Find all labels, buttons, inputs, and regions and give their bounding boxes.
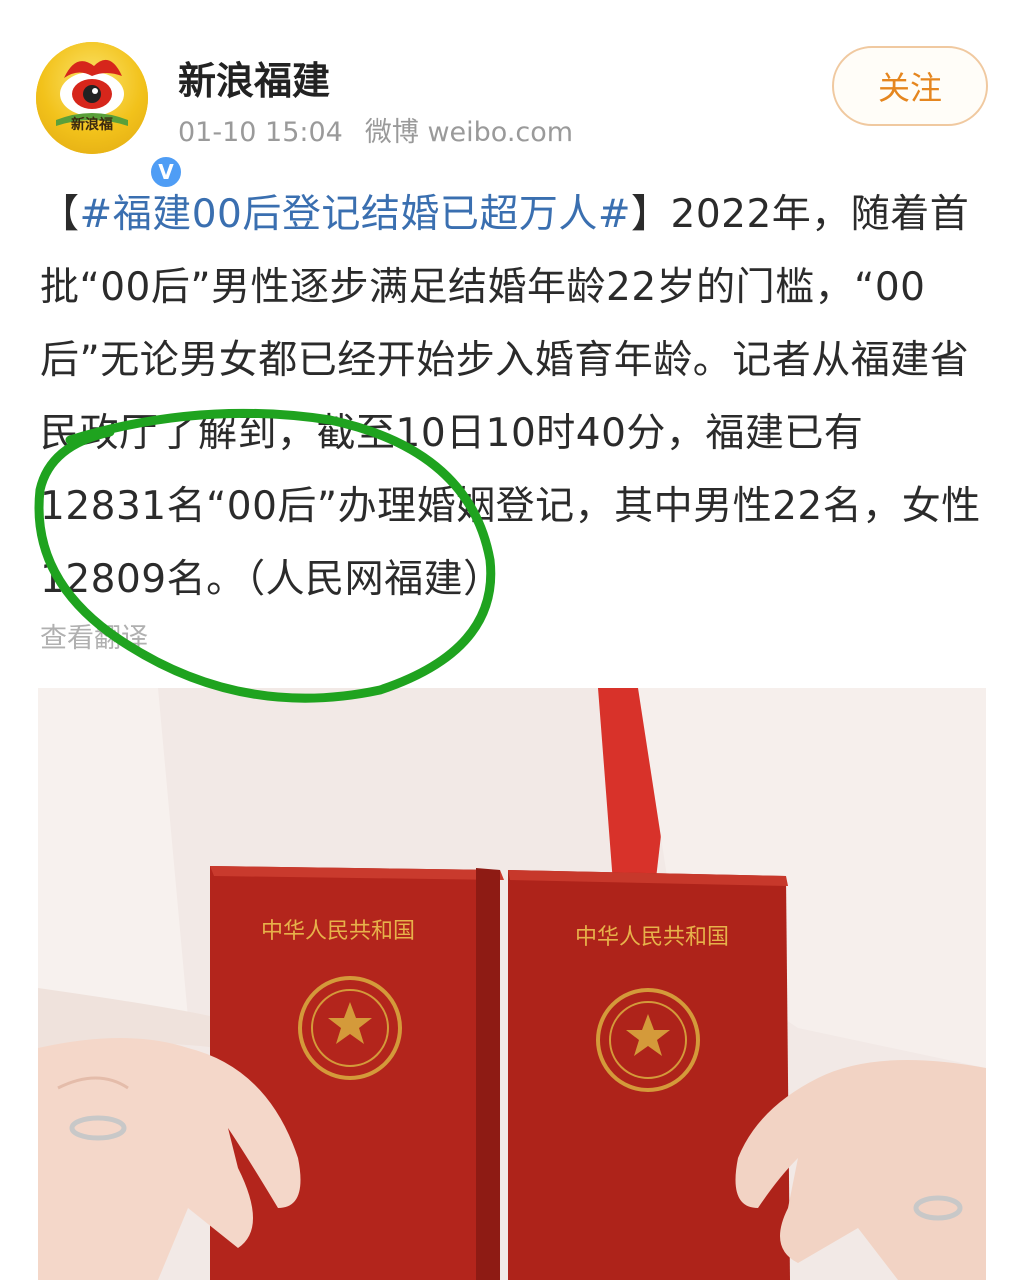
right-certificate: 中华人民共和国 xyxy=(508,870,790,1280)
certificate-title-left: 中华人民共和国 xyxy=(261,919,415,944)
post-photo[interactable]: 中华人民共和国 中华人民共和国 xyxy=(38,688,986,1280)
avatar-image: 新浪福 xyxy=(36,42,148,154)
translate-link[interactable]: 查看翻译 xyxy=(40,616,148,655)
follow-button[interactable]: 关注 xyxy=(832,46,988,126)
weibo-post: 新浪福 V 新浪福建 01-10 15:04 微博 weibo.com 关注 【#… xyxy=(0,0,1024,1280)
post-meta: 01-10 15:04 微博 weibo.com xyxy=(178,110,573,149)
post-content: 【#福建00后登记结婚已超万人#】2022年，随着首批“00后”男性逐步满足结婚… xyxy=(40,178,984,616)
timestamp: 01-10 15:04 xyxy=(178,117,343,148)
bracket-close: 】 xyxy=(631,192,671,237)
avatar-label: 新浪福 xyxy=(71,117,113,133)
avatar[interactable]: 新浪福 V xyxy=(36,42,184,190)
post-source: 微博 weibo.com xyxy=(364,117,574,148)
certificate-title-right: 中华人民共和国 xyxy=(575,925,729,950)
author-name[interactable]: 新浪福建 xyxy=(178,50,330,105)
bracket-open: 【 xyxy=(40,192,80,237)
left-certificate: 中华人民共和国 xyxy=(210,866,504,1280)
hashtag-link[interactable]: #福建00后登记结婚已超万人# xyxy=(80,192,631,237)
sina-eye-logo xyxy=(56,59,128,126)
marriage-certificates-image: 中华人民共和国 中华人民共和国 xyxy=(38,688,986,1280)
post-text: 2022年，随着首批“00后”男性逐步满足结婚年龄22岁的门槛，“00后”无论男… xyxy=(40,192,981,602)
